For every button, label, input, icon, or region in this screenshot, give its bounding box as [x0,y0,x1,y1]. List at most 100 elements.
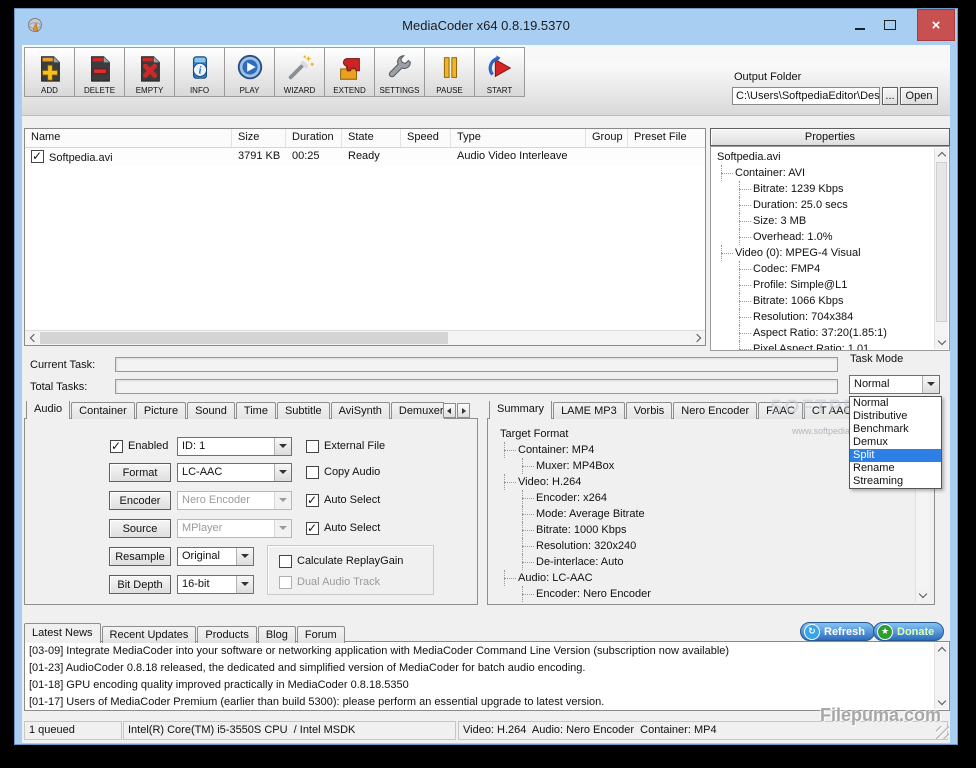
format-combo[interactable]: LC-AAC [177,463,292,482]
resample-combo[interactable]: Original [177,547,254,566]
calculate-replaygain-checkbox[interactable] [279,555,292,568]
tab[interactable]: Blog [258,626,296,643]
tree-item[interactable]: Container: AVI [713,165,933,181]
maximize-button[interactable] [877,9,903,41]
encoder-auto-select-checkbox[interactable] [306,494,319,507]
scroll-down-button[interactable] [935,336,948,349]
tree-item[interactable]: Overhead: 1.0% [713,229,933,245]
scroll-down-button[interactable] [916,589,929,602]
resample-button[interactable]: Resample [109,547,171,566]
tree-item[interactable]: Audio: LC-AAC [496,570,912,586]
column-header[interactable]: Group [586,129,628,147]
copy-audio-checkbox[interactable] [306,466,319,479]
dropdown-option[interactable]: Streaming [850,475,941,488]
format-button[interactable]: Format [109,463,171,482]
tab[interactable]: Sound [187,402,235,419]
dropdown-option[interactable]: Demux [850,436,941,449]
chevron-down-icon[interactable] [922,376,939,393]
tab[interactable]: Vorbis [626,402,673,419]
tree-item[interactable]: Softpedia.avi [713,149,933,165]
tab-scroll-left-button[interactable] [443,403,456,418]
tab[interactable]: Time [236,402,276,419]
tree-item[interactable]: Profile: Simple@L1 [713,277,933,293]
extend-button[interactable]: EXTEND [324,47,375,97]
tab[interactable]: Forum [297,626,345,643]
scroll-down-button[interactable] [935,696,948,709]
output-folder-input[interactable]: C:\Users\SoftpediaEditor\Desktop [732,87,880,105]
info-button[interactable]: i INFO [174,47,225,97]
close-button[interactable]: × [917,9,955,41]
browse-button[interactable]: ... [882,87,898,105]
news-item[interactable]: [01-23] AudioCoder 0.8.18 released, the … [25,660,934,677]
tree-item[interactable]: Codec: FMP4 [713,261,933,277]
row-checkbox[interactable] [31,150,44,163]
tab[interactable]: Picture [136,402,186,419]
empty-button[interactable]: EMPTY [124,47,175,97]
encoder-button[interactable]: Encoder [109,491,171,510]
tree-item[interactable]: Video (0): MPEG-4 Visual [713,245,933,261]
column-header[interactable]: Duration [286,129,342,147]
tab[interactable]: Audio [26,401,70,419]
add-button[interactable]: ADD [24,47,75,97]
tab[interactable]: Nero Encoder [673,402,757,419]
scroll-right-button[interactable] [691,331,705,344]
enabled-checkbox[interactable] [110,440,123,453]
resize-grip[interactable] [936,726,949,739]
column-header[interactable]: Type [451,129,586,147]
dropdown-option[interactable]: Benchmark [850,423,941,436]
tree-item[interactable]: Bitrate: 1066 Kbps [713,293,933,309]
news-item[interactable]: [03-09] Integrate MediaCoder into your s… [25,643,934,660]
tree-item[interactable]: De-interlace: Auto [496,554,912,570]
column-header[interactable]: Name [25,129,232,147]
tab[interactable]: Demuxer [391,402,444,419]
column-header[interactable]: Size [232,129,286,147]
wizard-button[interactable]: WIZARD [274,47,325,97]
column-header[interactable]: State [342,129,401,147]
horizontal-scrollbar[interactable] [25,330,705,345]
tree-item[interactable]: Aspect Ratio: 37:20(1.85:1) [713,325,933,341]
external-file-checkbox[interactable] [306,440,319,453]
scroll-up-button[interactable] [935,643,948,656]
tab[interactable]: Latest News [24,623,101,643]
tree-item[interactable]: Bitrate: 1239 Kbps [713,181,933,197]
tree-item[interactable]: Duration: 25.0 secs [713,197,933,213]
bit-depth-button[interactable]: Bit Depth [109,575,171,594]
audio-id-combo[interactable]: ID: 1 [177,437,292,456]
task-mode-combo[interactable]: Normal [849,375,940,394]
tab[interactable]: Products [197,626,256,643]
dropdown-option[interactable]: Rename [850,462,941,475]
tab[interactable]: Container [71,402,135,419]
tab[interactable]: LAME MP3 [553,402,625,419]
title-bar[interactable]: MediaCoder x64 0.8.19.5370 × [15,9,957,45]
tree-item[interactable]: Encoder: Nero Encoder [496,586,912,602]
tree-item[interactable]: Pixel Aspect Ratio: 1.01 [713,341,933,351]
source-auto-select-checkbox[interactable] [306,522,319,535]
properties-header[interactable]: Properties [710,128,950,146]
chevron-down-icon[interactable] [236,548,253,565]
scroll-left-button[interactable] [25,331,39,344]
tree-item[interactable]: Bitrate: 1000 Kbps [496,522,912,538]
bit-depth-combo[interactable]: 16-bit [177,575,254,594]
scrollbar-thumb[interactable] [936,162,947,322]
dropdown-option[interactable]: Normal [850,397,941,410]
chevron-down-icon[interactable] [274,464,291,481]
scrollbar-thumb[interactable] [40,332,448,344]
dropdown-option[interactable]: Distributive [850,410,941,423]
pause-button[interactable]: PAUSE [424,47,475,97]
open-button[interactable]: Open [900,87,938,105]
tab[interactable]: Recent Updates [102,626,197,643]
play-button[interactable]: PLAY [224,47,275,97]
tree-item[interactable]: Size: 3 MB [713,213,933,229]
news-item[interactable]: [01-18] GPU encoding quality improved pr… [25,677,934,694]
tab[interactable]: Subtitle [277,402,330,419]
start-button[interactable]: START [474,47,525,97]
tree-item[interactable]: Encoder: x264 [496,490,912,506]
settings-button[interactable]: SETTINGS [374,47,425,97]
news-item[interactable]: [01-17] Users of MediaCoder Premium (ear… [25,694,934,711]
tree-item[interactable]: Resolution: 320x240 [496,538,912,554]
properties-scrollbar[interactable] [934,148,948,349]
tab-scroll-right-button[interactable] [457,403,470,418]
refresh-button[interactable]: ↻ Refresh [800,622,875,641]
chevron-down-icon[interactable] [236,576,253,593]
source-button[interactable]: Source [109,519,171,538]
